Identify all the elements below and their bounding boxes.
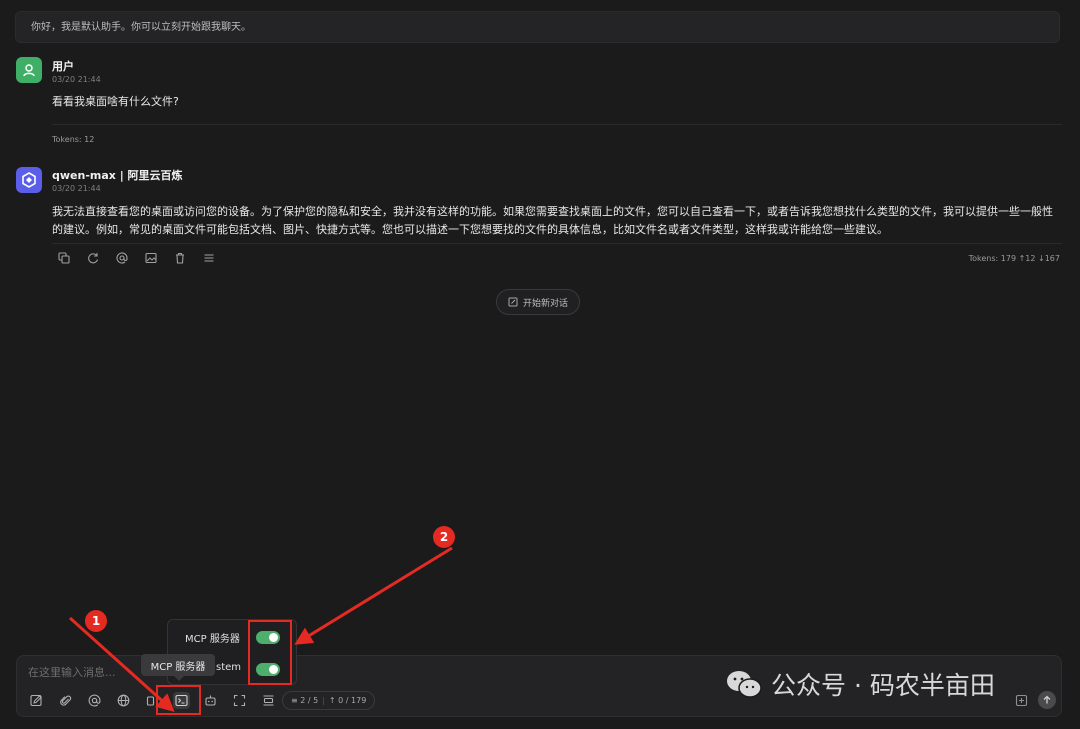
annotation-arrow-2: [294, 546, 453, 645]
wechat-icon: [727, 671, 762, 698]
watermark: 公众号 · 码农半亩田: [725, 666, 995, 702]
watermark-text: 公众号 · 码农半亩田: [771, 671, 995, 700]
annotation-arrow-1: [68, 616, 175, 713]
annotation-arrows: [68, 546, 453, 713]
